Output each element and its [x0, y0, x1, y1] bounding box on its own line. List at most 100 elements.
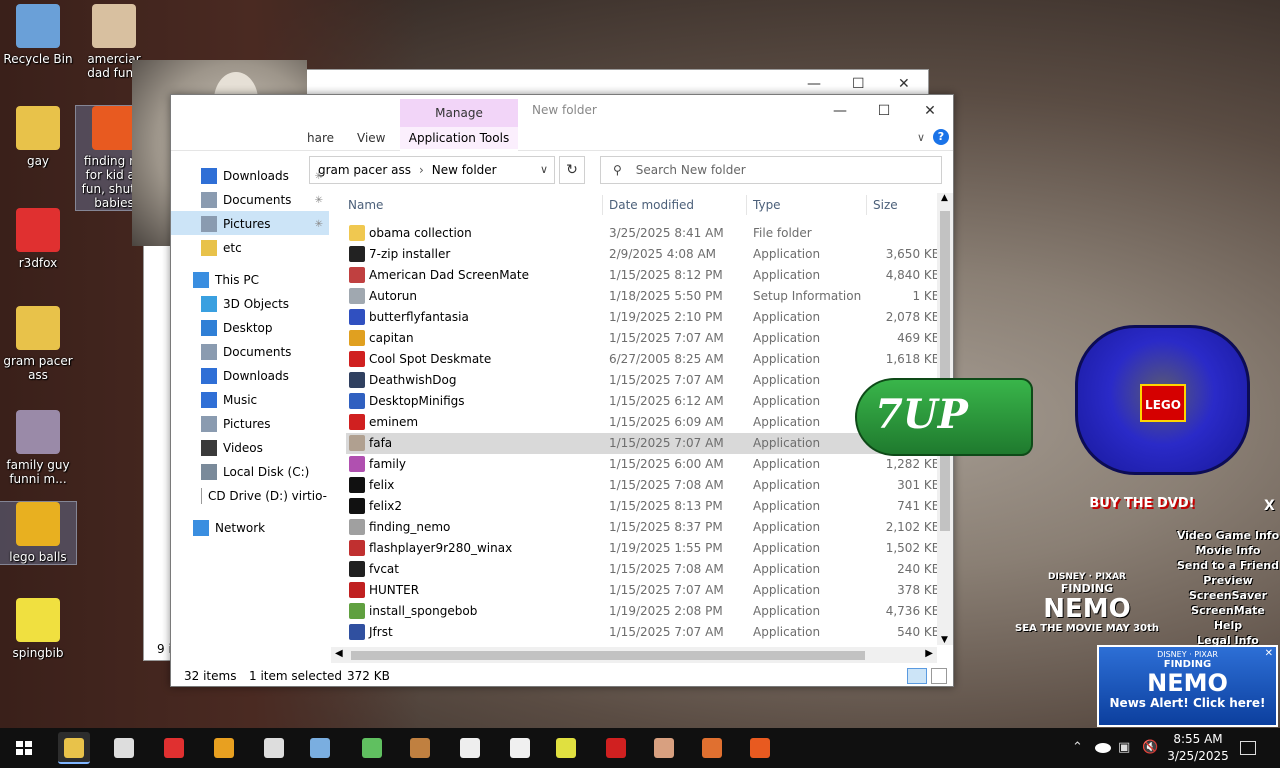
nav-item[interactable]: etc — [201, 237, 327, 259]
notification-icon[interactable] — [1240, 741, 1256, 755]
column-type[interactable]: Type — [753, 198, 781, 212]
desktop-icon[interactable]: Recycle Bin — [0, 4, 76, 66]
maximize-button[interactable]: ☐ — [861, 99, 907, 123]
tray-app-icon[interactable] — [1095, 743, 1111, 753]
table-row[interactable]: obama collection 3/25/2025 8:41 AM File fo… — [346, 223, 954, 244]
column-name[interactable]: Name — [348, 198, 383, 212]
table-row[interactable]: install_spongebob 1/19/2025 2:08 PM Applic… — [346, 601, 954, 622]
column-date[interactable]: Date modified — [609, 198, 694, 212]
scroll-thumb[interactable] — [940, 211, 950, 531]
close-icon[interactable]: X — [1264, 498, 1275, 514]
scroll-left-icon[interactable]: ◀ — [335, 648, 343, 659]
desktop-icon[interactable]: family guy funni m... — [0, 410, 76, 486]
taskbar-r3dfox[interactable] — [158, 732, 190, 764]
address-bar[interactable]: gram pacer ass › New folder ∨ — [309, 156, 555, 184]
table-row[interactable]: Cool Spot Deskmate 6/27/2005 8:25 AM Appli… — [346, 349, 954, 370]
desktop-icon[interactable]: spingbib — [0, 598, 76, 660]
table-row[interactable]: flashplayer9r280_winax 1/19/2025 1:55 PM A… — [346, 538, 954, 559]
large-icons-view-icon[interactable] — [931, 668, 947, 684]
nav-item[interactable]: This PC — [193, 269, 319, 291]
taskbar-eminem[interactable] — [600, 732, 632, 764]
tab-application-tools[interactable]: Application Tools — [400, 127, 518, 151]
nav-item[interactable]: Desktop — [201, 317, 327, 339]
nav-item[interactable]: Videos — [201, 437, 327, 459]
close-button[interactable]: ✕ — [907, 99, 953, 123]
chevron-up-icon[interactable]: ⌃ — [1072, 740, 1083, 755]
nav-item[interactable]: Downloads — [201, 365, 327, 387]
nemo-menu-item[interactable]: Preview ScreenSaver — [1176, 573, 1280, 603]
taskbar-file-explorer[interactable] — [58, 732, 90, 764]
taskbar-7zip[interactable] — [258, 732, 290, 764]
nav-item[interactable]: CD Drive (D:) virtio- — [201, 485, 327, 507]
taskbar-notepad[interactable] — [304, 732, 336, 764]
nav-item[interactable]: Pictures — [201, 413, 327, 435]
taskbar-family-guy[interactable] — [356, 732, 388, 764]
table-row[interactable]: family 1/15/2025 6:00 AM Application 1,282 … — [346, 454, 954, 475]
table-row[interactable]: HUNTER 1/15/2025 7:07 AM Application 378 KB — [346, 580, 954, 601]
clock[interactable]: 8:55 AM 3/25/2025 — [1162, 731, 1234, 765]
sevenup-bottle[interactable]: 7UP — [855, 378, 1033, 456]
table-row[interactable]: butterflyfantasia 1/19/2025 2:10 PM Applic… — [346, 307, 954, 328]
taskbar-media[interactable] — [208, 732, 240, 764]
help-icon[interactable]: ? — [933, 129, 949, 145]
pin-icon[interactable]: ✳ — [315, 219, 323, 230]
scroll-thumb[interactable] — [351, 651, 865, 660]
table-row[interactable]: DeathwishDog 1/15/2025 7:07 AM Application — [346, 370, 954, 391]
refresh-button[interactable]: ↻ — [559, 156, 585, 184]
nav-item[interactable]: Documents — [201, 341, 327, 363]
table-row[interactable]: fvcat 1/15/2025 7:08 AM Application 240 KB — [346, 559, 954, 580]
nemo-menu-item[interactable]: Send to a Friend — [1176, 558, 1280, 573]
taskbar-settings[interactable] — [108, 732, 140, 764]
desktop-icon[interactable]: lego balls — [0, 501, 77, 565]
chevron-down-icon[interactable]: ∨ — [917, 131, 925, 144]
buy-dvd-banner[interactable]: BUY THE DVD! — [1082, 496, 1202, 511]
nav-item[interactable]: Network — [193, 517, 319, 539]
nemo-logo[interactable]: DISNEY · PIXAR FINDING NEMO SEA THE MOVI… — [1012, 572, 1162, 634]
chevron-down-icon[interactable]: ∨ — [540, 163, 548, 176]
nav-item[interactable]: 3D Objects — [201, 293, 327, 315]
table-row[interactable]: Autorun 1/18/2025 5:50 PM Setup Informatio… — [346, 286, 954, 307]
scroll-up-icon[interactable]: ▲ — [941, 193, 948, 203]
table-row[interactable]: capitan 1/15/2025 7:07 AM Application 469 K… — [346, 328, 954, 349]
nav-item[interactable]: Music — [201, 389, 327, 411]
nav-item[interactable]: Local Disk (C:) — [201, 461, 327, 483]
horizontal-scrollbar[interactable]: ◀ ▶ — [331, 647, 937, 663]
scroll-right-icon[interactable]: ▶ — [925, 648, 933, 659]
minimize-icon[interactable]: — — [807, 76, 821, 92]
nemo-menu-item[interactable]: ScreenMate Help — [1176, 603, 1280, 633]
column-size[interactable]: Size — [873, 198, 898, 212]
tab-manage[interactable]: Manage — [400, 99, 518, 127]
table-row[interactable]: felix2 1/15/2025 8:13 PM Application 741 KB — [346, 496, 954, 517]
nav-item[interactable]: Downloads ✳ — [201, 165, 327, 187]
nemo-menu-item[interactable]: Movie Info — [1176, 543, 1280, 558]
nav-item[interactable]: Pictures ✳ — [201, 213, 327, 235]
details-view-icon[interactable] — [907, 668, 927, 684]
table-row[interactable]: American Dad ScreenMate 1/15/2025 8:12 PM… — [346, 265, 954, 286]
title-bar[interactable]: Manage New folder — ☐ ✕ — [171, 95, 953, 127]
explorer-window[interactable]: Manage New folder — ☐ ✕ hare View Applic… — [170, 94, 954, 687]
nemo-menu-item[interactable]: Video Game Info — [1176, 528, 1280, 543]
minimize-button[interactable]: — — [817, 99, 863, 123]
search-input[interactable]: ⚲ Search New folder — [600, 156, 942, 184]
table-row[interactable]: 7-zip installer 2/9/2025 4:08 AM Applicati… — [346, 244, 954, 265]
desktop-icon[interactable]: gay — [0, 106, 76, 168]
tab-view[interactable]: View — [357, 131, 385, 145]
volume-muted-icon[interactable]: 🔇 — [1142, 740, 1158, 755]
taskbar-american-dad[interactable] — [648, 732, 680, 764]
breadcrumb-item[interactable]: New folder — [432, 163, 497, 177]
network-icon[interactable]: ▣ — [1118, 740, 1130, 755]
scroll-down-icon[interactable]: ▼ — [941, 635, 948, 645]
breadcrumb-item[interactable]: gram pacer ass — [318, 163, 411, 177]
tab-share[interactable]: hare — [307, 131, 334, 145]
taskbar-hotdog[interactable] — [696, 732, 728, 764]
pin-icon[interactable]: ✳ — [315, 195, 323, 206]
taskbar-spongebob[interactable] — [550, 732, 582, 764]
maximize-icon[interactable]: ☐ — [852, 76, 865, 92]
nemo-news-alert[interactable]: DISNEY · PIXAR FINDING NEMO News Alert! … — [1097, 645, 1278, 727]
close-icon[interactable]: ✕ — [898, 76, 910, 92]
table-row[interactable]: Jfrst 1/15/2025 7:07 AM Application 540 KB — [346, 622, 954, 643]
taskbar-nemo[interactable] — [744, 732, 776, 764]
nav-item[interactable]: Documents ✳ — [201, 189, 327, 211]
taskbar-lego[interactable] — [404, 732, 436, 764]
pin-icon[interactable]: ✳ — [315, 171, 323, 182]
